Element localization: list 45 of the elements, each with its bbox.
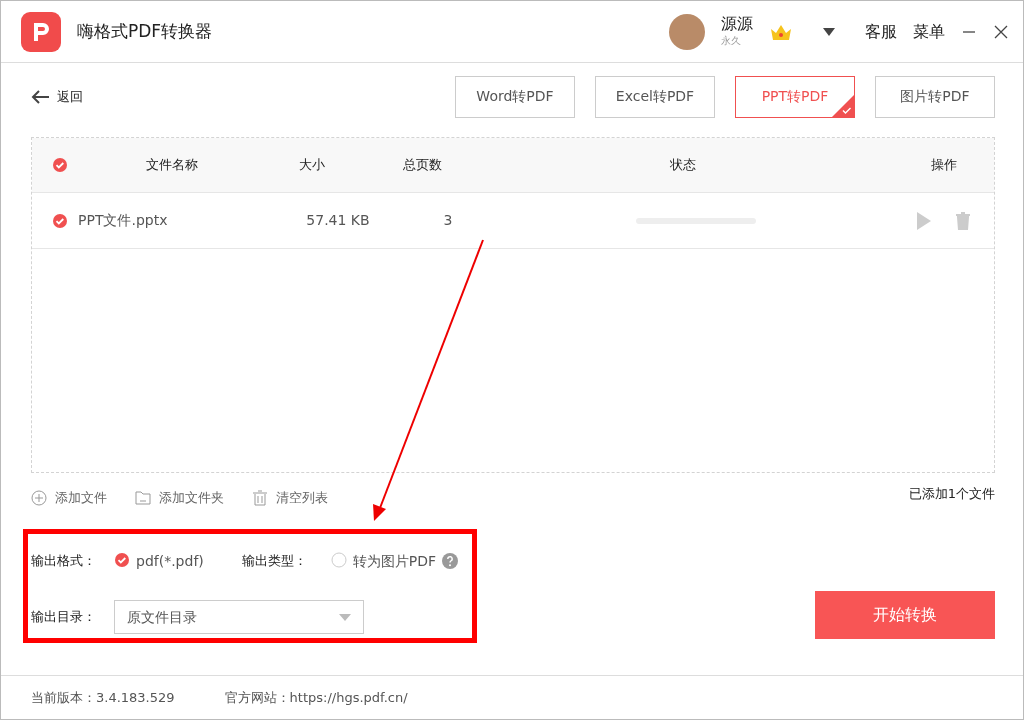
tab[interactable]: PPT转PDF <box>735 75 855 118</box>
column-header: 总页数 <box>402 157 442 173</box>
website-text: 官方网站：https://hgs.pdf.cn/ <box>224 688 408 707</box>
field-label: 输出格式： <box>31 552 96 571</box>
checked-icon[interactable] <box>114 552 132 570</box>
radio-option[interactable]: 转为图片PDF <box>330 550 437 572</box>
close-icon[interactable] <box>993 23 1009 40</box>
membership-label: 永久 <box>721 33 742 48</box>
column-header: 文件名称 <box>146 157 198 173</box>
folder-icon <box>135 490 151 506</box>
field-label: 输出类型： <box>241 552 307 571</box>
tab[interactable]: 图片转PDF <box>875 75 995 118</box>
user-name: 源源 <box>721 15 753 33</box>
tab[interactable]: Excel转PDF <box>595 75 715 118</box>
page-count: 3 <box>443 212 453 228</box>
field-label: 输出目录： <box>31 608 96 627</box>
app-logo <box>21 11 61 52</box>
help-icon[interactable] <box>442 553 459 569</box>
back-button[interactable]: 返回 <box>31 86 83 107</box>
tab[interactable]: Word转PDF <box>455 75 575 118</box>
version-text: 当前版本：3.4.183.529 <box>31 688 175 707</box>
header-link[interactable]: 菜单 <box>913 19 945 44</box>
list-action[interactable]: 添加文件夹 <box>135 488 224 508</box>
avatar-circle[interactable] <box>669 13 705 50</box>
file-name: PPT文件.pptx <box>78 212 168 228</box>
header-link[interactable]: 客服 <box>865 19 897 44</box>
file-size: 57.41 KB <box>306 212 370 228</box>
caret-icon[interactable] <box>823 27 835 36</box>
caret-icon <box>339 613 351 621</box>
radio-option[interactable]: pdf(*.pdf) <box>114 550 204 572</box>
unchecked-circle[interactable] <box>330 552 349 570</box>
checked-icon[interactable] <box>52 212 68 229</box>
trash-icon <box>252 490 268 506</box>
check-icon <box>842 106 851 114</box>
plus-circle-icon <box>31 490 47 506</box>
list-action[interactable]: 添加文件 <box>31 488 107 508</box>
list-action[interactable]: 清空列表 <box>252 488 328 508</box>
checked-icon[interactable] <box>52 157 68 173</box>
file-count: 已添加1个文件 <box>908 485 995 504</box>
column-header: 状态 <box>670 157 696 173</box>
back-arrow-icon <box>31 89 49 104</box>
window-title: 嗨格式PDF转换器 <box>77 19 213 43</box>
directory-dropdown[interactable]: 原文件目录 <box>114 600 364 634</box>
column-header: 大小 <box>299 157 325 173</box>
column-header: 操作 <box>931 157 957 173</box>
